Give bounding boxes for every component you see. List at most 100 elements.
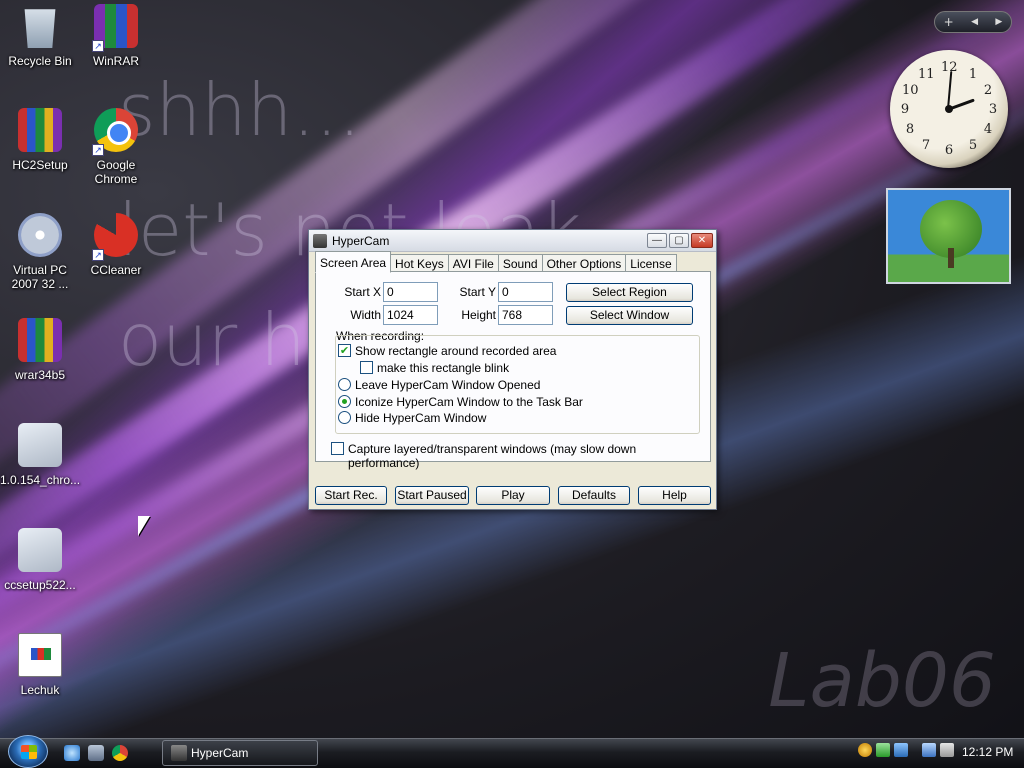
start-paused-button[interactable]: Start Paused — [395, 486, 469, 505]
clock-number: 4 — [983, 122, 993, 137]
desktop-icon-label: WinRAR — [92, 54, 139, 68]
window-title: HyperCam — [332, 233, 390, 248]
capture-layered-checkbox[interactable] — [331, 442, 344, 455]
recycle-bin-icon — [24, 9, 56, 48]
desktop-icon-recycle-bin[interactable]: Recycle Bin — [0, 4, 80, 68]
volume-muted-icon[interactable] — [940, 743, 954, 757]
height-field[interactable]: 768 — [498, 305, 553, 325]
clock-number: 11 — [918, 67, 935, 82]
clock-number: 2 — [983, 83, 993, 98]
add-gadget-button[interactable]: + — [944, 15, 954, 29]
clock-number: 3 — [988, 102, 998, 117]
show-rectangle-checkbox[interactable]: ✔ — [338, 344, 351, 357]
start-x-label: Start X — [344, 285, 381, 299]
capture-layered-label: Capture layered/transparent windows (may… — [348, 442, 637, 470]
start-x-field[interactable]: 0 — [383, 282, 438, 302]
winrar-installer-icon — [18, 318, 62, 362]
shortcut-arrow-icon: ↗ — [92, 249, 104, 261]
select-window-button[interactable]: Select Window — [566, 306, 693, 325]
iconize-window-label: Iconize HyperCam Window to the Task Bar — [355, 395, 583, 409]
help-button[interactable]: Help — [638, 486, 711, 505]
clock-number: 10 — [902, 83, 919, 98]
network-icon[interactable] — [922, 743, 936, 757]
clock-number: 12 — [941, 60, 958, 75]
hide-window-radio[interactable] — [338, 411, 351, 424]
hide-window-label: Hide HyperCam Window — [355, 411, 487, 425]
clock-number: 6 — [944, 143, 954, 158]
windows-logo-icon — [21, 745, 37, 759]
gadget-controls: + ◀ ▶ — [934, 11, 1012, 33]
hypercam-app-icon — [171, 745, 187, 761]
taskbar-hypercam-button[interactable]: HyperCam — [162, 740, 318, 766]
ccleaner-icon: ↗ — [92, 213, 138, 261]
iconize-window-radio[interactable] — [338, 395, 351, 408]
desktop-icon-lechuk[interactable]: Lechuk — [0, 633, 80, 697]
wallpaper-watermark: Lab06 — [768, 638, 996, 724]
show-rectangle-label: Show rectangle around recorded area — [355, 344, 557, 358]
desktop-icon-label: Recycle Bin — [8, 54, 72, 68]
desktop-icon-label: CCleaner — [90, 263, 142, 277]
desktop-icon-label: ccsetup522... — [4, 578, 76, 592]
blink-rectangle-label: make this rectangle blink — [377, 361, 510, 375]
width-field[interactable]: 1024 — [383, 305, 438, 325]
next-gadget-button[interactable]: ▶ — [995, 17, 1002, 27]
start-y-label: Start Y — [459, 285, 496, 299]
clock-number: 5 — [968, 138, 978, 153]
installer-icon — [18, 528, 62, 572]
desktop-icon-google-chrome[interactable]: ↗ Google Chrome — [76, 108, 156, 186]
taskbar-task-label: HyperCam — [191, 746, 249, 760]
clock-number: 1 — [968, 67, 978, 82]
screen-area-panel: Start X 0 Start Y 0 Select Region Width … — [315, 271, 711, 470]
leave-window-opened-radio[interactable] — [338, 378, 351, 391]
chrome-quicklaunch-icon[interactable] — [112, 745, 128, 761]
desktop-icon-wrar34b5[interactable]: wrar34b5 — [0, 318, 80, 382]
hypercam-app-icon — [313, 233, 327, 248]
width-label: Width — [350, 308, 381, 322]
previous-gadget-button[interactable]: ◀ — [971, 17, 978, 27]
desktop-icon-label: Lechuk — [20, 683, 60, 697]
shortcut-arrow-icon: ↗ — [92, 40, 104, 52]
blink-rectangle-checkbox[interactable] — [360, 361, 373, 374]
window-titlebar[interactable]: HyperCam — ▢ ✕ — [309, 230, 716, 252]
show-desktop-icon[interactable] — [88, 745, 104, 761]
clock-minute-hand — [947, 71, 953, 110]
desktop-icon-winrar[interactable]: ↗ WinRAR — [76, 4, 156, 68]
clock-number: 9 — [900, 102, 910, 117]
defaults-button[interactable]: Defaults — [558, 486, 630, 505]
virtual-pc-icon — [18, 213, 62, 257]
height-label: Height — [461, 308, 496, 322]
slideshow-gadget[interactable] — [886, 188, 1011, 284]
desktop-icon-label: HC2Setup — [12, 158, 68, 172]
desktop-icon-hc2setup[interactable]: HC2Setup — [0, 108, 80, 172]
desktop-icon-virtual-pc[interactable]: Virtual PC 2007 32 ... — [0, 213, 80, 291]
select-region-button[interactable]: Select Region — [566, 283, 693, 302]
tab-screen-area[interactable]: Screen Area — [315, 251, 392, 273]
desktop-icon-label: 1.0.154_chro... — [0, 473, 81, 487]
security-shield-icon[interactable] — [858, 743, 872, 757]
desktop-icon-ccleaner[interactable]: ↗ CCleaner — [76, 213, 156, 277]
installer-icon — [18, 108, 62, 152]
desktop-icon-chrome-installer[interactable]: 1.0.154_chro... — [0, 423, 80, 487]
taskbar-clock[interactable]: 12:12 PM — [962, 745, 1013, 759]
minimize-button[interactable]: — — [647, 233, 667, 248]
internet-explorer-icon[interactable] — [64, 745, 80, 761]
clock-hub — [945, 105, 953, 113]
clock-number: 7 — [921, 138, 931, 153]
leave-window-opened-label: Leave HyperCam Window Opened — [355, 378, 541, 392]
desktop-icon-label: Virtual PC 2007 32 ... — [11, 263, 69, 291]
start-button[interactable] — [8, 735, 48, 768]
start-rec-button[interactable]: Start Rec. — [315, 486, 387, 505]
mouse-cursor-icon — [138, 516, 150, 536]
tray-app-icon[interactable] — [894, 743, 908, 757]
start-y-field[interactable]: 0 — [498, 282, 553, 302]
clock-number: 8 — [905, 122, 915, 137]
tab-strip: Screen Area Hot Keys AVI File Sound Othe… — [315, 251, 677, 273]
desktop-icon-ccsetup[interactable]: ccsetup522... — [0, 528, 80, 592]
tray-app-icon[interactable] — [876, 743, 890, 757]
play-button[interactable]: Play — [476, 486, 550, 505]
clock-gadget[interactable]: 12 1 2 3 4 5 6 7 8 9 10 11 — [890, 50, 1008, 168]
installer-icon — [18, 423, 62, 467]
chrome-icon: ↗ — [92, 108, 138, 156]
maximize-button[interactable]: ▢ — [669, 233, 689, 248]
close-button[interactable]: ✕ — [691, 233, 713, 248]
